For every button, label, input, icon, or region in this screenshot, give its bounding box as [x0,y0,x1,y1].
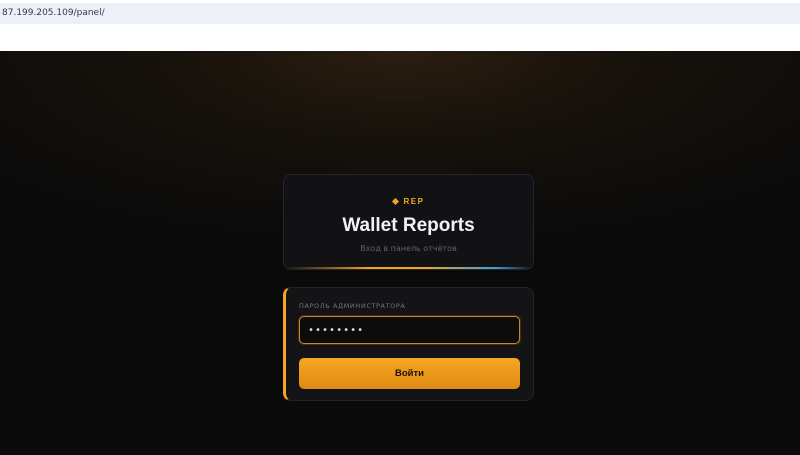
login-form: ПАРОЛЬ АДМИНИСТРАТОРА Войти [283,287,534,401]
page-title: Wallet Reports [342,215,475,236]
password-field[interactable] [299,316,520,344]
brand-badge: REP [284,195,533,207]
browser-chrome: 87.199.205.109/panel/ [0,0,800,51]
diamond-icon [391,197,399,205]
badge-label: REP [403,196,425,206]
address-bar[interactable]: 87.199.205.109/panel/ [0,3,800,24]
page-subtitle: Вход в панель отчётов [360,244,457,253]
password-label: ПАРОЛЬ АДМИНИСТРАТОРА [299,302,406,310]
login-page: REP Wallet Reports Вход в панель отчётов… [0,51,800,455]
login-button[interactable]: Войти [299,358,520,389]
header-card: REP Wallet Reports Вход в панель отчётов [283,174,534,270]
url-text: 87.199.205.109/panel/ [2,8,105,18]
